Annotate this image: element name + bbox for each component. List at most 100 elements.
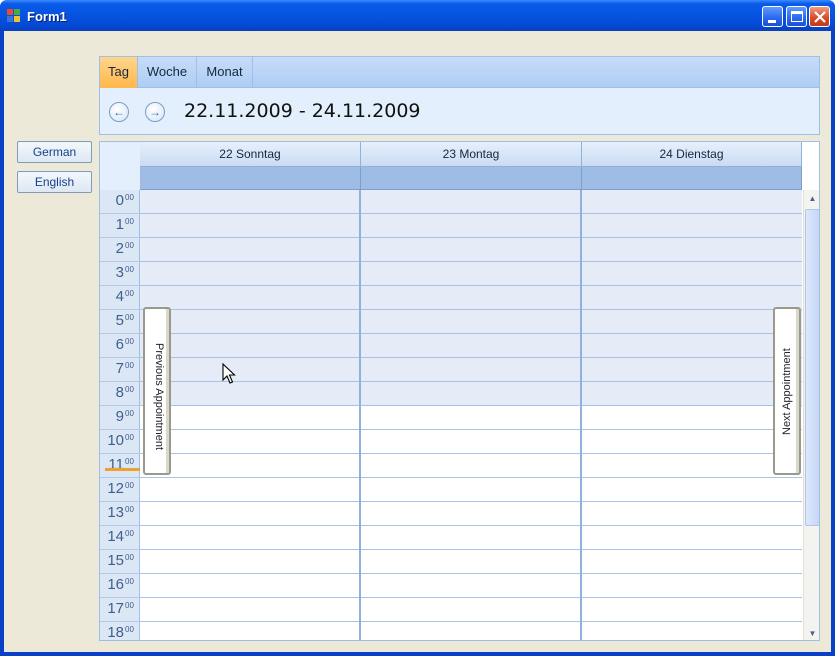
current-time-marker [105,468,140,471]
time-slot-row[interactable] [140,382,802,406]
time-ruler: 0 00 1 00 2 00 3 00 4 00 5 00 6 00 7 00 8 00 9 00 10 00 11 00 12… [100,190,140,640]
minimize-icon [768,20,776,23]
triangle-up-icon: ▲ [808,194,817,203]
date-range-label: 22.11.2009 - 24.11.2009 [184,100,421,122]
hour-label: 11 00 [100,454,140,478]
minute-value: 00 [125,241,134,250]
minute-value: 00 [125,433,134,442]
minimize-button[interactable] [762,6,783,27]
title-bar[interactable]: Form1 [0,0,835,31]
hour-label: 14 00 [100,526,140,550]
time-slot-row[interactable] [140,430,802,454]
time-slot-row[interactable] [140,214,802,238]
hour-value: 7 [115,360,124,377]
scroll-up-button[interactable]: ▲ [804,190,819,207]
arrow-left-icon: ← [113,105,125,119]
time-slot-row[interactable] [140,574,802,598]
hour-value: 17 [107,600,124,617]
hour-label: 0 00 [100,190,140,214]
time-slot-row[interactable] [140,526,802,550]
minute-value: 00 [125,193,134,202]
minute-value: 00 [125,313,134,322]
all-day-cell[interactable] [582,167,802,190]
scheduler-toolbar: Tag Woche Monat ← → 22.11.2009 - 24.11.2… [99,56,820,135]
german-button[interactable]: German [17,141,92,163]
hour-value: 3 [115,264,124,281]
time-slot-row[interactable] [140,502,802,526]
hour-label: 9 00 [100,406,140,430]
minute-value: 00 [125,361,134,370]
day-separator [359,190,361,640]
previous-period-button[interactable]: ← [109,102,129,122]
time-slot-row[interactable] [140,622,802,640]
day-header[interactable]: 22 Sonntag [140,142,361,167]
time-slot-row[interactable] [140,238,802,262]
time-slot-row[interactable] [140,478,802,502]
time-slot-row[interactable] [140,358,802,382]
grid-corner [100,142,140,190]
triangle-down-icon: ▼ [808,629,817,638]
minute-value: 00 [125,409,134,418]
next-appointment-button[interactable]: Next Appointment [773,307,801,475]
hour-value: 12 [107,480,124,497]
minute-value: 00 [125,217,134,226]
hour-value: 14 [107,528,124,545]
hour-value: 4 [115,288,124,305]
time-slot-row[interactable] [140,190,802,214]
day-header[interactable]: 24 Dienstag [582,142,802,167]
time-slot-row[interactable] [140,454,802,478]
scroll-thumb[interactable] [805,209,819,526]
scheduler-grid: 22 Sonntag 23 Montag 24 Dienstag 0 00 1 00 2… [99,141,820,641]
hour-label: 1 00 [100,214,140,238]
time-slot-row[interactable] [140,334,802,358]
hour-label: 18 00 [100,622,140,640]
close-icon [814,11,826,23]
hour-label: 15 00 [100,550,140,574]
hour-label: 3 00 [100,262,140,286]
next-period-button[interactable]: → [145,102,165,122]
hour-label: 7 00 [100,358,140,382]
app-icon [7,9,21,23]
hour-value: 5 [115,312,124,329]
minute-value: 00 [125,577,134,586]
minute-value: 00 [125,337,134,346]
hour-label: 17 00 [100,598,140,622]
previous-appointment-label: Previous Appointment [153,343,165,451]
maximize-icon [791,11,803,22]
scroll-down-button[interactable]: ▼ [804,625,819,640]
hour-label: 4 00 [100,286,140,310]
window-title: Form1 [27,9,67,24]
tab-week[interactable]: Woche [138,57,197,88]
tab-month[interactable]: Monat [197,57,253,88]
hour-value: 13 [107,504,124,521]
maximize-button[interactable] [786,6,807,27]
vertical-scrollbar[interactable]: ▲ ▼ [803,190,819,640]
tab-day[interactable]: Tag [100,57,138,88]
form-client-area: German English Tag Woche Monat ← → 22.11… [4,31,831,652]
minute-value: 00 [125,265,134,274]
minute-value: 00 [125,481,134,490]
day-header[interactable]: 23 Montag [361,142,582,167]
minute-value: 00 [125,505,134,514]
all-day-cell[interactable] [361,167,582,190]
time-slot-area[interactable] [140,190,802,640]
english-button[interactable]: English [17,171,92,193]
all-day-cell[interactable] [140,167,361,190]
time-slot-row[interactable] [140,406,802,430]
hour-value: 15 [107,552,124,569]
previous-appointment-button[interactable]: Previous Appointment [143,307,171,475]
time-slot-row[interactable] [140,310,802,334]
time-slot-row[interactable] [140,286,802,310]
time-slot-row[interactable] [140,550,802,574]
minute-value: 00 [125,601,134,610]
hour-value: 1 [115,216,124,233]
time-slot-row[interactable] [140,598,802,622]
hour-label: 8 00 [100,382,140,406]
view-tabstrip: Tag Woche Monat [100,57,819,88]
close-button[interactable] [809,6,830,27]
hour-value: 8 [115,384,124,401]
next-appointment-label: Next Appointment [781,348,793,435]
hour-value: 10 [107,432,124,449]
time-slot-row[interactable] [140,262,802,286]
arrow-right-icon: → [149,105,161,119]
